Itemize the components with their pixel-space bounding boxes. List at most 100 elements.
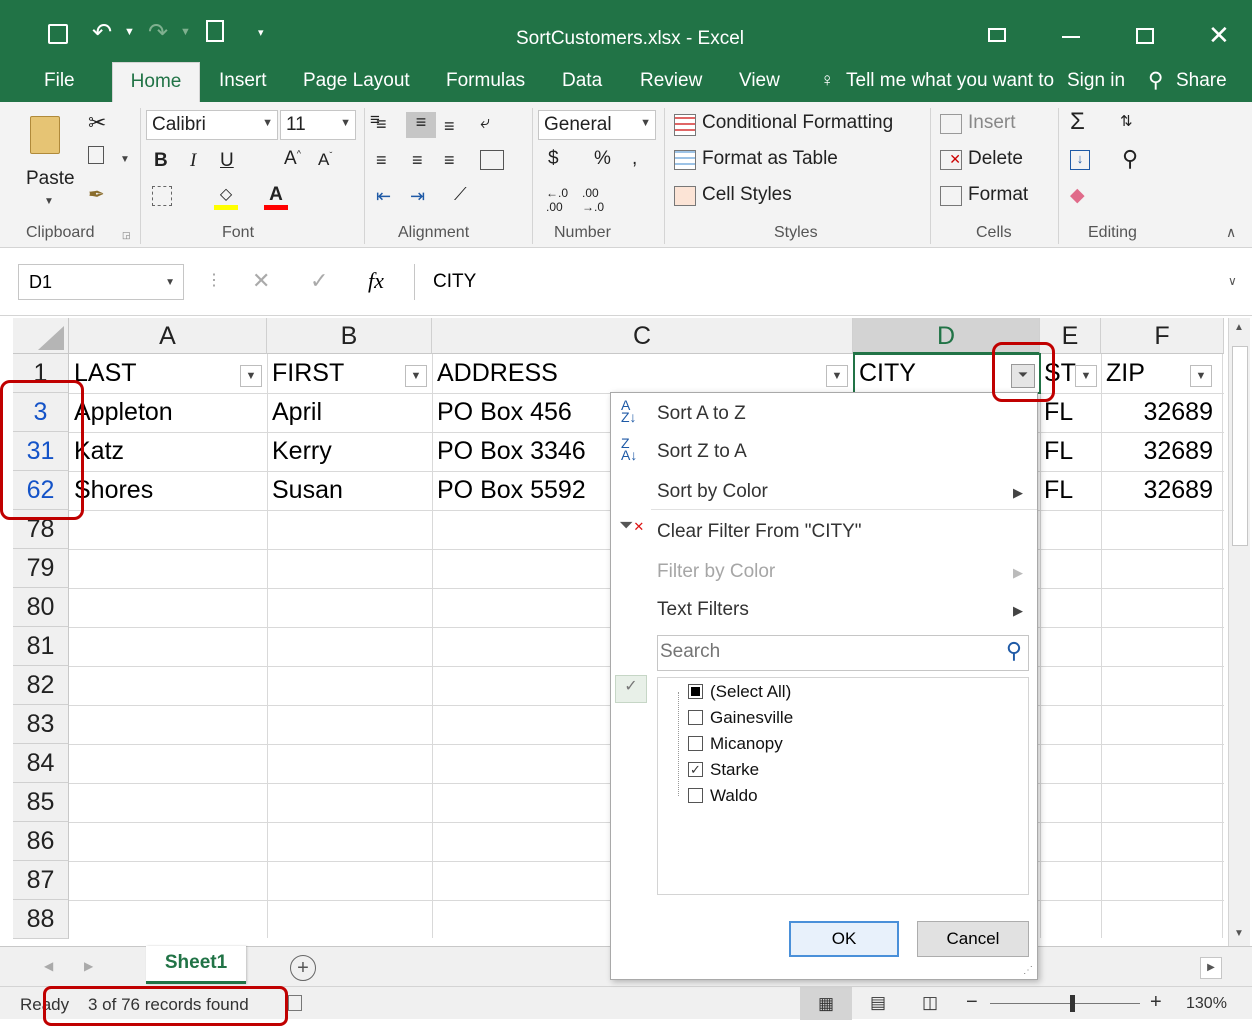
next-sheet-icon[interactable]: ▶ — [84, 959, 93, 973]
sheet-tab-sheet1[interactable]: Sheet1 — [146, 946, 246, 984]
sort-z-to-a-item[interactable]: Sort Z to A — [657, 441, 747, 463]
format-cells-button[interactable]: Format — [968, 184, 1028, 206]
select-all-checkbox[interactable] — [688, 684, 703, 699]
copy-dropdown-icon[interactable]: ▼ — [120, 154, 130, 165]
clear-filter-item[interactable]: Clear Filter From "CITY" — [657, 521, 862, 543]
cell-address[interactable]: PO Box 456 — [437, 393, 572, 432]
vertical-scrollbar[interactable]: ▲ ▼ — [1228, 318, 1250, 946]
cell-zip[interactable]: 32689 — [1101, 432, 1213, 471]
cell-first[interactable]: Susan — [272, 471, 343, 510]
macro-recording-icon[interactable] — [288, 995, 302, 1011]
row-header[interactable]: 79 — [13, 549, 69, 588]
font-name-combo[interactable]: Calibri ▼ — [146, 110, 278, 140]
underline-icon[interactable]: U — [220, 150, 234, 172]
redo-icon[interactable]: ↷ — [148, 18, 168, 47]
paste-button-label[interactable]: Paste — [26, 168, 75, 190]
cell-c1[interactable]: ADDRESS — [437, 354, 558, 393]
top-align-icon[interactable]: ≡ — [376, 114, 387, 135]
collapse-ribbon-icon[interactable]: ∧ — [1226, 224, 1236, 241]
scroll-down-icon[interactable]: ▼ — [1234, 928, 1244, 939]
decrease-decimal-icon[interactable]: .00 →.0 — [582, 186, 604, 214]
insert-cells-button[interactable]: Insert — [968, 112, 1016, 134]
conditional-formatting-button[interactable]: Conditional Formatting — [702, 112, 893, 134]
cell-st[interactable]: FL — [1044, 471, 1073, 510]
tab-view[interactable]: View — [739, 70, 780, 92]
share-button[interactable]: Share — [1176, 70, 1227, 92]
percent-icon[interactable]: % — [594, 148, 611, 170]
clipboard-launcher-icon[interactable]: ◲ — [122, 230, 131, 241]
enter-formula-icon[interactable]: ✓ — [310, 268, 328, 294]
sort-filter-icon[interactable]: ⇅ — [1120, 112, 1133, 130]
decrease-indent-icon[interactable]: ⇤ — [376, 186, 391, 207]
filter-dropdown-button[interactable]: ▼ — [405, 365, 427, 387]
redo-dropdown-icon[interactable]: ▼ — [180, 26, 191, 38]
tab-formulas[interactable]: Formulas — [446, 70, 525, 92]
cell-address[interactable]: PO Box 5592 — [437, 471, 586, 510]
delete-cells-button[interactable]: Delete — [968, 148, 1023, 170]
row-header[interactable]: 84 — [13, 744, 69, 783]
cell-address[interactable]: PO Box 3346 — [437, 432, 586, 471]
font-size-combo[interactable]: 11 ▼ — [280, 110, 356, 140]
gainesville-label[interactable]: Gainesville — [710, 708, 793, 728]
tab-data[interactable]: Data — [562, 70, 602, 92]
align-center-icon[interactable]: ≡ — [412, 150, 423, 171]
bottom-align-icon[interactable]: ≡ — [444, 116, 455, 137]
gainesville-checkbox[interactable] — [688, 710, 703, 725]
cell-first[interactable]: April — [272, 393, 322, 432]
cell-zip[interactable]: 32689 — [1101, 393, 1213, 432]
sort-by-color-item[interactable]: Sort by Color — [657, 481, 768, 503]
filter-dropdown-button[interactable]: ▼ — [1190, 365, 1212, 387]
customize-qat-icon[interactable]: ▾ — [258, 26, 264, 39]
sort-a-to-z-item[interactable]: Sort A to Z — [657, 403, 746, 425]
format-painter-icon[interactable]: ✒ — [88, 182, 105, 207]
tab-insert[interactable]: Insert — [219, 70, 267, 92]
filter-dropdown-button[interactable]: ▼ — [826, 365, 848, 387]
maximize-icon[interactable] — [1136, 28, 1154, 44]
cell-d1[interactable]: CITY — [859, 354, 916, 393]
zoom-slider-thumb[interactable] — [1070, 995, 1075, 1012]
zoom-level[interactable]: 130% — [1186, 995, 1227, 1013]
sign-in-link[interactable]: Sign in — [1067, 70, 1125, 92]
undo-icon[interactable]: ↶ — [92, 18, 112, 47]
horizontal-scroll-right-icon[interactable]: ▶ — [1200, 957, 1222, 979]
number-format-combo[interactable]: General ▼ — [538, 110, 656, 140]
middle-align-icon[interactable]: ≡ — [406, 112, 436, 138]
row-header[interactable]: 86 — [13, 822, 69, 861]
select-all-label[interactable]: (Select All) — [710, 682, 791, 702]
fill-color-icon[interactable]: ◇ — [214, 184, 238, 210]
orientation-icon[interactable]: ⟋ — [454, 184, 467, 205]
page-layout-view-icon[interactable]: ▤ — [870, 993, 886, 1013]
insert-function-icon[interactable]: fx — [368, 268, 384, 294]
filter-dropdown-button[interactable]: ▼ — [1075, 365, 1097, 387]
save-icon[interactable] — [48, 24, 68, 44]
cell-zip[interactable]: 32689 — [1101, 471, 1213, 510]
resize-grip-icon[interactable]: ⋰ — [1023, 965, 1033, 976]
autosum-icon[interactable]: Σ — [1070, 108, 1085, 136]
add-sheet-icon[interactable]: + — [290, 955, 316, 981]
align-left-icon[interactable]: ≡ — [376, 150, 387, 171]
cell-styles-button[interactable]: Cell Styles — [702, 184, 792, 206]
row-header[interactable]: 85 — [13, 783, 69, 822]
paste-dropdown-icon[interactable]: ▼ — [44, 196, 54, 207]
cut-icon[interactable]: ✂ — [88, 110, 106, 136]
waldo-checkbox[interactable] — [688, 788, 703, 803]
row-header[interactable]: 80 — [13, 588, 69, 627]
prev-sheet-icon[interactable]: ◀ — [44, 959, 53, 973]
increase-indent-icon[interactable]: ⇥ — [410, 186, 425, 207]
starke-checkbox[interactable]: ✓ — [688, 762, 703, 777]
filter-search-input[interactable] — [658, 636, 988, 668]
tab-page-layout[interactable]: Page Layout — [303, 70, 410, 92]
undo-dropdown-icon[interactable]: ▼ — [124, 26, 135, 38]
micanopy-label[interactable]: Micanopy — [710, 734, 783, 754]
cell-st[interactable]: FL — [1044, 432, 1073, 471]
column-header-f[interactable]: F — [1101, 318, 1224, 354]
row-header[interactable]: 82 — [13, 666, 69, 705]
increase-decimal-icon[interactable]: ←.0.00 — [546, 186, 568, 214]
row-header[interactable]: 88 — [13, 900, 69, 939]
align-right-icon[interactable]: ≡ — [444, 150, 455, 171]
cell-f1[interactable]: ZIP — [1106, 354, 1145, 393]
italic-icon[interactable]: I — [190, 150, 196, 172]
ok-button[interactable]: OK — [789, 921, 899, 957]
formula-input[interactable]: CITY — [414, 264, 1224, 300]
row-header[interactable]: 83 — [13, 705, 69, 744]
